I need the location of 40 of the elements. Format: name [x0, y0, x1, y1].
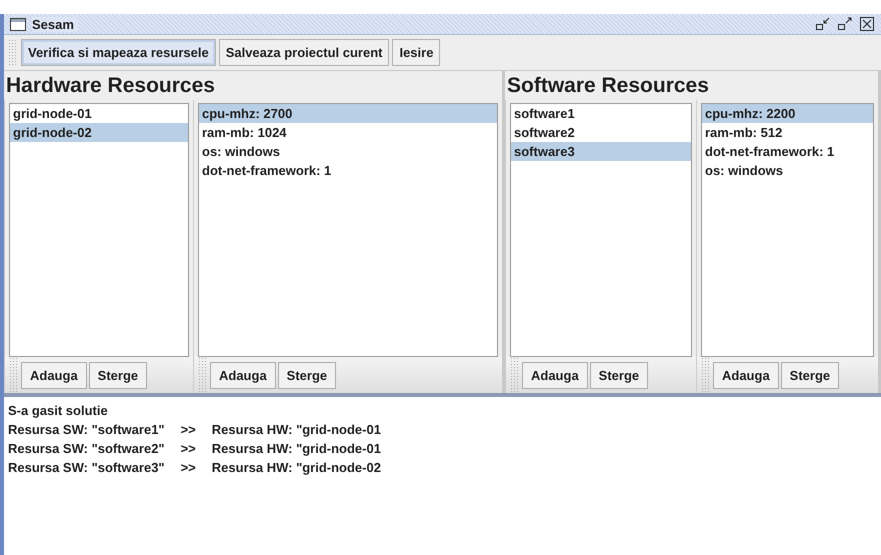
- list-box[interactable]: cpu-mhz: 2700 ram-mb: 1024 os: windows dot-net-framework: 1: [198, 103, 498, 357]
- list-button[interactable]: Adauga: [713, 362, 779, 388]
- hardware-mapping: Resursa HW: "grid-node-01: [212, 422, 381, 437]
- window-icon: [10, 18, 26, 30]
- list-box[interactable]: cpu-mhz: 2200 ram-mb: 512 dot-net-framework: 1 os: windows: [701, 103, 874, 357]
- result-heading: S-a gasit solutie: [8, 403, 108, 418]
- arrow-text: >>: [180, 422, 196, 437]
- hardware-mapping: Resursa HW: "grid-node-01: [212, 441, 381, 456]
- panel-heading: Software Resources: [506, 73, 710, 99]
- list-item[interactable]: cpu-mhz: 2200: [702, 104, 873, 123]
- list-box[interactable]: grid-node-01 grid-node-02: [9, 103, 189, 357]
- list-item[interactable]: grid-node-02: [10, 123, 188, 142]
- list-button[interactable]: Adauga: [210, 362, 276, 388]
- list-button[interactable]: Sterge: [780, 362, 840, 388]
- software-mapping: Resursa SW: "software2": [8, 441, 165, 456]
- hardware-mapping: Resursa HW: "grid-node-02: [212, 460, 381, 475]
- toolbar-button[interactable]: Verifica si mapeaza resursele: [21, 39, 216, 66]
- list-button[interactable]: Adauga: [522, 362, 588, 388]
- toolbar-grip[interactable]: [9, 357, 19, 393]
- window-title: Sesam: [32, 16, 78, 32]
- toolbar-grip[interactable]: [510, 357, 520, 393]
- arrow-text: >>: [180, 441, 196, 456]
- list-button[interactable]: Sterge: [278, 362, 336, 388]
- list-item[interactable]: cpu-mhz: 2700: [199, 104, 497, 123]
- list-button[interactable]: Sterge: [590, 362, 648, 388]
- close-icon[interactable]: [859, 17, 875, 31]
- software-mapping: Resursa SW: "software3": [8, 460, 165, 475]
- toolbar-button[interactable]: Iesire: [392, 39, 440, 66]
- toolbar-grip[interactable]: [198, 357, 208, 393]
- list-item[interactable]: software3: [511, 142, 691, 161]
- toolbar-button[interactable]: Salveaza proiectul curent: [218, 39, 390, 66]
- list-button[interactable]: Sterge: [88, 362, 148, 388]
- arrow-text: >>: [180, 460, 196, 475]
- software-mapping: Resursa SW: "software1": [8, 422, 165, 437]
- maximize-icon[interactable]: [837, 17, 853, 31]
- toolbar-grip[interactable]: [701, 357, 711, 393]
- panel-heading: Hardware Resources: [5, 73, 216, 99]
- list-button[interactable]: Adauga: [21, 362, 87, 388]
- list-box[interactable]: software1 software2 software3: [510, 103, 692, 357]
- minimize-icon[interactable]: [815, 17, 831, 31]
